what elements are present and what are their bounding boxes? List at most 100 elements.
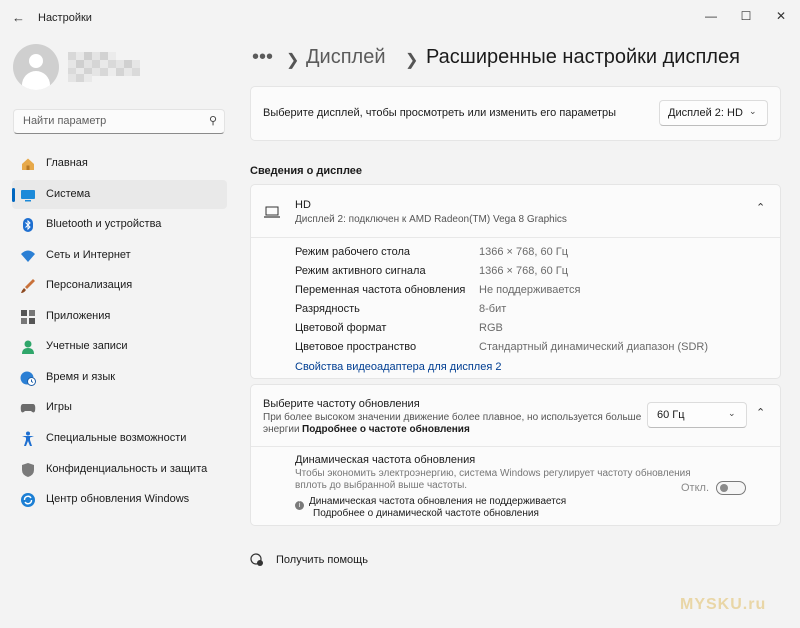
select-display-label: Выберите дисплей, чтобы просмотреть или … bbox=[263, 107, 617, 119]
dynamic-refresh-desc: Чтобы экономить электроэнергию, система … bbox=[295, 468, 691, 479]
refresh-rate-dropdown[interactable]: 60 Гц ⌄ bbox=[647, 402, 747, 428]
dynamic-refresh-title: Динамическая частота обновления bbox=[295, 454, 476, 466]
bluetooth-icon bbox=[23, 218, 33, 232]
close-icon[interactable]: ✕ bbox=[770, 6, 792, 26]
refresh-rate-title: Выберите частоту обновления bbox=[263, 398, 420, 410]
home-icon bbox=[22, 158, 34, 170]
refresh-rate-more-link[interactable]: Подробнее о частоте обновления bbox=[302, 424, 470, 435]
chevron-right-icon: ❯ bbox=[405, 52, 419, 69]
accessibility-icon bbox=[22, 431, 34, 446]
display-dropdown-value: Дисплей 2: HD bbox=[668, 107, 743, 119]
chevron-down-icon: ⌄ bbox=[749, 106, 757, 116]
info-value: 1366 × 768, 60 Гц bbox=[479, 246, 569, 258]
display-dropdown[interactable]: Дисплей 2: HD ⌄ bbox=[659, 100, 768, 126]
laptop-icon bbox=[264, 206, 280, 218]
sidebar-item-label: Время и язык bbox=[46, 371, 116, 383]
sidebar-item-accessibility[interactable]: Специальные возможности bbox=[12, 424, 227, 453]
dynamic-refresh-toggle[interactable] bbox=[716, 481, 746, 495]
sidebar-item-label: Центр обновления Windows bbox=[46, 493, 190, 505]
sidebar-item-label: Конфиденциальность и защита bbox=[46, 463, 208, 475]
info-value: Не поддерживается bbox=[479, 284, 581, 296]
toggle-knob bbox=[720, 484, 728, 492]
refresh-rate-value: 60 Гц bbox=[657, 409, 685, 421]
sidebar-item-label: Приложения bbox=[46, 310, 111, 322]
breadcrumb-display[interactable]: Дисплей bbox=[306, 46, 386, 69]
get-help-link[interactable]: Получить помощь bbox=[276, 554, 368, 566]
info-label: Разрядность bbox=[295, 303, 360, 315]
sidebar-item-bluetooth[interactable]: Bluetooth и устройства bbox=[12, 210, 227, 239]
sidebar-item-accounts[interactable]: Учетные записи bbox=[12, 332, 227, 361]
sidebar-item-apps[interactable]: Приложения bbox=[12, 302, 227, 331]
chevron-down-icon: ⌄ bbox=[728, 408, 736, 418]
section-title: Сведения о дисплее bbox=[250, 165, 363, 177]
shield-icon bbox=[22, 463, 34, 477]
selection-indicator bbox=[12, 188, 15, 202]
app-title: Настройки bbox=[38, 12, 92, 24]
info-value: 1366 × 768, 60 Гц bbox=[479, 265, 569, 277]
minimize-icon[interactable]: — bbox=[700, 6, 722, 26]
display-info-header[interactable]: HD Дисплей 2: подключен к AMD Radeon(TM)… bbox=[251, 185, 780, 237]
display-name: HD bbox=[295, 199, 311, 211]
sidebar-item-label: Игры bbox=[46, 401, 72, 413]
info-value: 8-бит bbox=[479, 303, 507, 315]
search-box[interactable]: ⚲ bbox=[13, 109, 225, 134]
info-label: Режим активного сигнала bbox=[295, 265, 426, 277]
sidebar-item-label: Сеть и Интернет bbox=[46, 249, 131, 261]
info-label: Переменная частота обновления bbox=[295, 284, 466, 296]
breadcrumb-more[interactable]: ••• bbox=[252, 46, 273, 69]
info-value: RGB bbox=[479, 322, 503, 334]
toggle-state-label: Откл. bbox=[681, 482, 710, 494]
info-label: Режим рабочего стола bbox=[295, 246, 411, 258]
refresh-rate-card: Выберите частоту обновления При более вы… bbox=[250, 384, 781, 526]
apps-icon bbox=[21, 310, 35, 324]
info-label: Цветовое пространство bbox=[295, 341, 417, 353]
display-info-card: HD Дисплей 2: подключен к AMD Radeon(TM)… bbox=[250, 184, 781, 379]
sidebar-item-windows-update[interactable]: Центр обновления Windows bbox=[12, 485, 227, 514]
person-icon bbox=[22, 340, 34, 354]
display-subtitle: Дисплей 2: подключен к AMD Radeon(TM) Ve… bbox=[295, 214, 567, 225]
search-input[interactable] bbox=[21, 114, 205, 128]
help-icon bbox=[250, 553, 263, 566]
sidebar-item-privacy[interactable]: Конфиденциальность и защита bbox=[12, 455, 227, 484]
sidebar-item-system[interactable]: Система bbox=[12, 180, 227, 209]
chevron-right-icon: ❯ bbox=[286, 52, 300, 69]
avatar[interactable] bbox=[13, 44, 59, 90]
brush-icon bbox=[21, 279, 35, 293]
system-icon bbox=[21, 190, 35, 202]
select-display-card: Выберите дисплей, чтобы просмотреть или … bbox=[250, 86, 781, 141]
globe-clock-icon bbox=[20, 371, 36, 386]
page-title: Расширенные настройки дисплея bbox=[426, 46, 740, 68]
divider bbox=[251, 446, 780, 447]
sidebar-item-label: Персонализация bbox=[46, 279, 133, 291]
refresh-rate-desc: энергии bbox=[263, 424, 300, 435]
dynamic-refresh-more-link[interactable]: Подробнее о динамической частоте обновле… bbox=[313, 508, 539, 519]
divider bbox=[251, 237, 780, 238]
info-value: Стандартный динамический диапазон (SDR) bbox=[479, 341, 709, 353]
chevron-up-icon[interactable]: ⌃ bbox=[756, 201, 765, 214]
update-icon bbox=[21, 493, 35, 507]
info-icon: i bbox=[295, 501, 304, 510]
dynamic-refresh-desc: вплоть до выбранной выше частоты. bbox=[295, 480, 468, 491]
sidebar-item-label: Специальные возможности bbox=[46, 432, 187, 444]
sidebar-item-label: Главная bbox=[46, 157, 88, 169]
dynamic-refresh-notice: Динамическая частота обновления не подде… bbox=[309, 496, 567, 507]
sidebar-item-label: Система bbox=[46, 188, 91, 200]
sidebar-item-gaming[interactable]: Игры bbox=[12, 393, 227, 422]
back-arrow-icon[interactable]: ← bbox=[12, 10, 25, 25]
sidebar-item-personalization[interactable]: Персонализация bbox=[12, 271, 227, 300]
sidebar-item-label: Bluetooth и устройства bbox=[46, 218, 162, 230]
sidebar-item-time-language[interactable]: Время и язык bbox=[12, 363, 227, 392]
search-icon[interactable]: ⚲ bbox=[209, 114, 217, 127]
gamepad-icon bbox=[20, 404, 36, 413]
sidebar-item-label: Учетные записи bbox=[46, 340, 128, 352]
refresh-rate-desc: При более высоком значении движение боле… bbox=[263, 412, 642, 423]
chevron-up-icon[interactable]: ⌃ bbox=[756, 406, 765, 419]
info-label: Цветовой формат bbox=[295, 322, 387, 334]
watermark: MYSKU.ru bbox=[680, 596, 767, 613]
adapter-properties-link[interactable]: Свойства видеоадаптера для дисплея 2 bbox=[295, 361, 501, 373]
title-bar: ← Настройки — ☐ ✕ bbox=[0, 0, 800, 34]
sidebar-item-home[interactable]: Главная bbox=[12, 149, 227, 178]
sidebar-item-network[interactable]: Сеть и Интернет bbox=[12, 241, 227, 270]
maximize-icon[interactable]: ☐ bbox=[735, 6, 757, 26]
wifi-icon bbox=[21, 250, 35, 262]
